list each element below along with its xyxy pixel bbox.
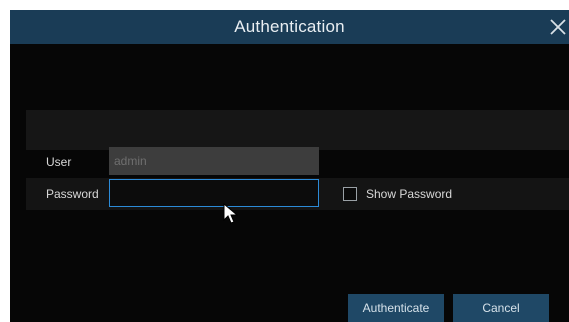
password-field[interactable] (109, 179, 319, 207)
user-label: User (46, 155, 72, 169)
user-field[interactable] (109, 147, 319, 175)
dialog-title: Authentication (234, 17, 345, 36)
authenticate-button[interactable]: Authenticate (348, 294, 444, 322)
user-row: User (26, 146, 569, 178)
show-password-label[interactable]: Show Password (366, 178, 452, 210)
password-row: Password Show Password (26, 178, 569, 210)
form-header-band (26, 110, 569, 150)
close-icon[interactable] (549, 18, 567, 36)
password-label: Password (46, 187, 99, 201)
screen: Authentication User Password Show Passwo… (0, 0, 569, 322)
cancel-button[interactable]: Cancel (453, 294, 549, 322)
dialog-titlebar: Authentication (10, 10, 569, 44)
authentication-dialog: Authentication User Password Show Passwo… (10, 10, 569, 322)
show-password-checkbox[interactable] (343, 187, 357, 201)
